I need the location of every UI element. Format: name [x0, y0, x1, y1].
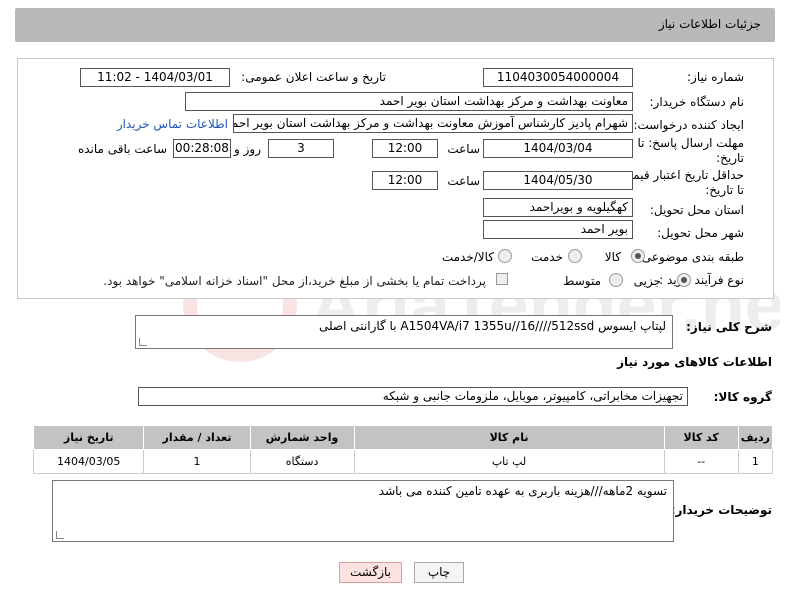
announce-field: 1404/03/01 - 11:02: [80, 68, 230, 87]
cell-unit: دستگاه: [249, 449, 355, 474]
process-label: نوع فرآیند خرید :: [659, 273, 744, 287]
description-textarea: لپتاپ ایسوس A1504VA/i7 1355u//16////512s…: [135, 315, 673, 349]
creator-label: ایجاد کننده درخواست:: [633, 118, 744, 132]
category-option-goods-service: کالا/خدمت: [441, 250, 494, 264]
goods-group-field: تجهیزات مخابراتی، کامپیوتر، موبایل، ملزو…: [138, 387, 688, 406]
creator-field: شهرام پادیز کارشناس آموزش معاونت بهداشت …: [233, 114, 633, 133]
col-code: کد کالا: [663, 425, 739, 450]
cell-code: --: [663, 449, 739, 474]
page-title: جزئیات اطلاعات نیاز: [658, 17, 761, 31]
province-label: استان محل تحویل:: [649, 203, 744, 217]
process-option-minor: جزیی: [633, 274, 661, 288]
treasury-payment-note: پرداخت تمام یا بخشی از مبلغ خرید،از محل …: [103, 274, 486, 288]
col-date: تاریخ نیاز: [32, 425, 145, 450]
category-radio-goods-service[interactable]: [498, 249, 512, 263]
process-option-medium: متوسط: [563, 274, 601, 288]
goods-group-label: گروه کالا:: [713, 390, 772, 404]
back-button[interactable]: بازگشت: [339, 562, 402, 583]
buyer-label: نام دستگاه خریدار:: [649, 95, 745, 109]
validity-label-2: تا تاریخ:: [705, 183, 744, 197]
remaining-time-field: 00:28:08: [173, 139, 231, 158]
cell-name: لپ تاپ: [353, 449, 665, 474]
col-qty: تعداد / مقدار: [143, 425, 251, 450]
buyer-notes-textarea: تسویه 2ماهه///هزینه باربری به عهده تامین…: [52, 480, 674, 542]
deadline-time-word: ساعت: [447, 142, 480, 156]
buyer-notes-text: تسویه 2ماهه///هزینه باربری به عهده تامین…: [378, 484, 667, 498]
category-option-goods: کالا: [604, 250, 621, 264]
goods-table: ردیف کد کالا نام کالا واحد شمارش تعداد /…: [32, 425, 774, 474]
deadline-label-2: تاریخ:: [716, 151, 744, 165]
buyer-contact-link[interactable]: اطلاعات تماس خریدار: [117, 117, 228, 131]
description-label: شرح کلی نیاز:: [686, 320, 772, 334]
category-label: طبقه بندی موضوعی:: [637, 250, 744, 264]
deadline-label-1: مهلت ارسال پاسخ: تا: [637, 136, 744, 150]
col-name: نام کالا: [353, 425, 665, 450]
announce-label: تاریخ و ساعت اعلان عمومی:: [241, 70, 386, 84]
remaining-word: ساعت باقی مانده: [77, 142, 167, 156]
validity-time-field: 12:00: [372, 171, 438, 190]
resize-handle-icon[interactable]: [56, 531, 64, 539]
buyer-field: معاونت بهداشت و مرکز بهداشت استان بویر ا…: [185, 92, 633, 111]
description-text: لپتاپ ایسوس A1504VA/i7 1355u//16////512s…: [318, 319, 666, 333]
col-row: ردیف: [737, 425, 774, 450]
city-label: شهر محل تحویل:: [657, 226, 744, 240]
category-radio-goods[interactable]: [631, 249, 645, 263]
category-option-service: خدمت: [531, 250, 563, 264]
deadline-date-field: 1404/03/04: [483, 139, 633, 158]
province-field: کهگیلویه و بویراحمد: [483, 198, 633, 217]
process-radio-medium[interactable]: [609, 273, 623, 287]
table-row: 1 -- لپ تاپ دستگاه 1 1404/03/05: [32, 449, 774, 474]
buyer-notes-label: توضیحات خریدار:: [670, 503, 772, 517]
table-header-row: ردیف کد کالا نام کالا واحد شمارش تعداد /…: [32, 425, 774, 450]
days-word: روز و: [234, 142, 261, 156]
days-field: 3: [268, 139, 334, 158]
validity-label-1: حداقل تاریخ اعتبار قیمت:: [617, 168, 744, 182]
need-number-label: شماره نیاز:: [687, 70, 744, 84]
goods-section-title: اطلاعات کالاهای مورد نیاز: [617, 355, 772, 369]
validity-time-word: ساعت: [447, 174, 480, 188]
process-radio-minor[interactable]: [677, 273, 691, 287]
city-field: بویر احمد: [483, 220, 633, 239]
cell-row: 1: [737, 449, 774, 474]
cell-qty: 1: [143, 449, 251, 474]
treasury-payment-checkbox[interactable]: [496, 273, 508, 285]
page-header: جزئیات اطلاعات نیاز: [15, 8, 775, 42]
cell-date: 1404/03/05: [32, 449, 145, 474]
col-unit: واحد شمارش: [249, 425, 355, 450]
category-radio-service[interactable]: [568, 249, 582, 263]
need-number-field: 1104030054000004: [483, 68, 633, 87]
print-button[interactable]: چاپ: [414, 562, 464, 583]
validity-date-field: 1404/05/30: [483, 171, 633, 190]
deadline-time-field: 12:00: [372, 139, 438, 158]
resize-handle-icon[interactable]: [139, 338, 147, 346]
